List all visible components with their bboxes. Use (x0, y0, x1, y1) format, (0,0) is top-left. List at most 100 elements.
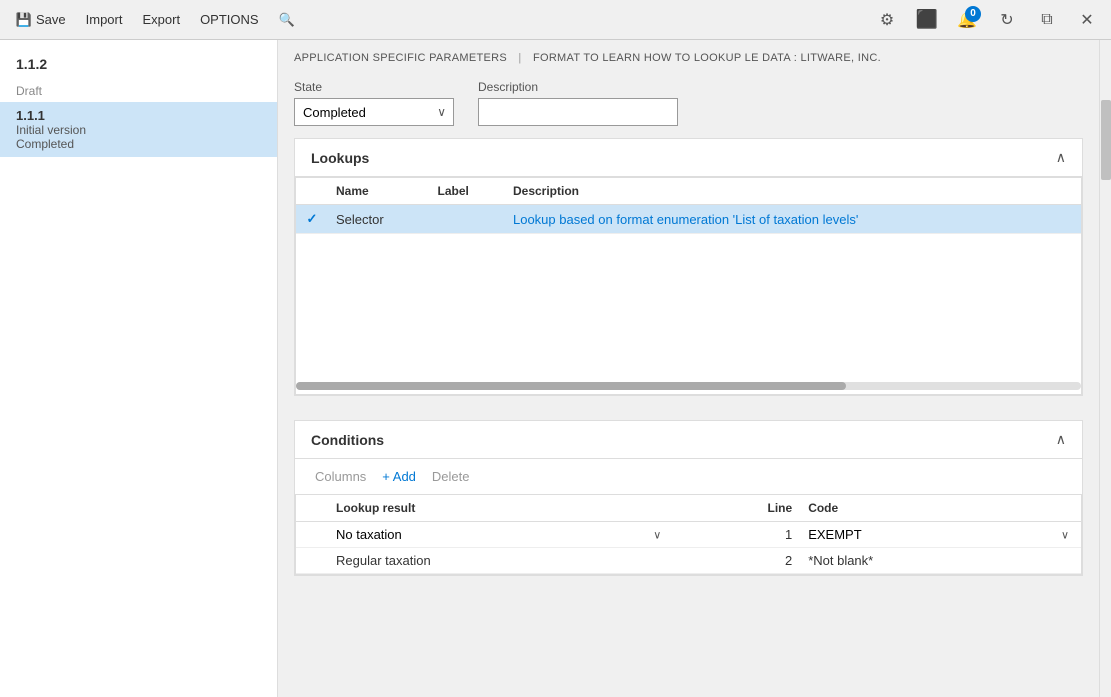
sidebar-item-version[interactable]: 1.1.1 Initial version Completed (0, 102, 277, 157)
sidebar-item-version-number: 1.1.1 (16, 108, 261, 123)
condition-row1-lookup-wrapper: No taxation (336, 527, 665, 542)
checkmark-icon: ✓ (307, 211, 318, 226)
table-row[interactable]: Regular taxation 2 *Not blank* (296, 548, 1081, 574)
lookups-section-header[interactable]: Lookups ∧ (295, 139, 1082, 177)
delete-button[interactable]: Delete (428, 467, 474, 486)
condition-row2-check (296, 548, 328, 574)
lookups-col-label: Label (430, 178, 505, 205)
add-button[interactable]: + Add (378, 467, 420, 486)
settings-icon: ⚙ (880, 10, 894, 30)
lookup-scrollbar-track[interactable] (296, 382, 1081, 390)
right-scrollbar[interactable] (1099, 40, 1111, 697)
lookup-row-name: Selector (328, 205, 430, 234)
breadcrumb-part1: APPLICATION SPECIFIC PARAMETERS (294, 52, 507, 64)
lookup-row-label (430, 205, 505, 234)
condition-row2-lookup: Regular taxation (328, 548, 673, 574)
condition-row1-code-wrapper: EXEMPT (808, 527, 1073, 542)
toolbar: 💾 Save Import Export OPTIONS 🔍 ⚙ ⬛ 🔔 0 ↻… (0, 0, 1111, 40)
lookup-row-check: ✓ (296, 205, 328, 234)
notifications-icon-button[interactable]: 🔔 0 (951, 4, 983, 36)
conditions-table-container: Lookup result Line Code (295, 494, 1082, 575)
state-select-wrapper: Draft Completed Shared (294, 98, 454, 126)
office-icon-button[interactable]: ⬛ (911, 4, 943, 36)
conditions-table-header: Lookup result Line Code (296, 495, 1081, 522)
condition-row1-lookup-select[interactable]: No taxation (336, 527, 665, 542)
lookups-table-body: ✓ Selector Lookup based on format enumer… (296, 205, 1081, 234)
lookups-col-description: Description (505, 178, 1081, 205)
sidebar-item-description: Initial version (16, 123, 261, 137)
save-button[interactable]: 💾 Save (8, 8, 74, 32)
conditions-col-code: Code (800, 495, 1081, 522)
sidebar: 1.1.2 Draft 1.1.1 Initial version Comple… (0, 40, 278, 697)
toolbar-right-icons: ⚙ ⬛ 🔔 0 ↻ ⧉ ✕ (871, 4, 1103, 36)
options-button[interactable]: OPTIONS (192, 8, 267, 31)
import-button[interactable]: Import (78, 8, 131, 31)
sidebar-top-version: 1.1.2 (0, 48, 277, 80)
conditions-section-header[interactable]: Conditions ∧ (295, 421, 1082, 459)
lookups-section-title: Lookups (311, 150, 369, 166)
condition-row1-code-select[interactable]: EXEMPT (808, 527, 1073, 542)
breadcrumb-part2: FORMAT TO LEARN HOW TO LOOKUP LE DATA : … (533, 52, 881, 64)
lookups-header-row: Name Label Description (296, 178, 1081, 205)
columns-button[interactable]: Columns (311, 467, 370, 486)
conditions-collapse-icon: ∧ (1056, 431, 1066, 448)
popout-icon-button[interactable]: ⧉ (1031, 4, 1063, 36)
conditions-section-wrapper: Conditions ∧ Columns + Add Delete Lookup… (278, 420, 1099, 600)
scrollbar-thumb (1101, 100, 1111, 180)
conditions-toolbar: Columns + Add Delete (295, 459, 1082, 494)
condition-row1-lookup: No taxation (328, 522, 673, 548)
conditions-section: Conditions ∧ Columns + Add Delete Lookup… (294, 420, 1083, 576)
conditions-col-check (296, 495, 328, 522)
sidebar-draft-label: Draft (0, 80, 277, 102)
office-icon: ⬛ (916, 9, 938, 30)
state-select[interactable]: Draft Completed Shared (294, 98, 454, 126)
conditions-table-body: No taxation 1 EXEMPT (296, 522, 1081, 574)
breadcrumb: APPLICATION SPECIFIC PARAMETERS | FORMAT… (278, 40, 1099, 72)
close-icon-button[interactable]: ✕ (1071, 4, 1103, 36)
breadcrumb-separator: | (518, 52, 521, 64)
lookups-section-wrapper: Lookups ∧ Name Label Description (278, 138, 1099, 420)
conditions-header-row: Lookup result Line Code (296, 495, 1081, 522)
state-field-group: State Draft Completed Shared (294, 80, 454, 126)
lookups-table: Name Label Description ✓ (296, 178, 1081, 234)
conditions-col-lookup-result: Lookup result (328, 495, 673, 522)
lookups-table-header: Name Label Description (296, 178, 1081, 205)
description-label: Description (478, 80, 678, 94)
condition-row1-line: 1 (673, 522, 800, 548)
lookups-section: Lookups ∧ Name Label Description (294, 138, 1083, 396)
notification-badge: 0 (965, 6, 981, 22)
conditions-table: Lookup result Line Code (296, 495, 1081, 574)
table-row[interactable]: ✓ Selector Lookup based on format enumer… (296, 205, 1081, 234)
settings-icon-button[interactable]: ⚙ (871, 4, 903, 36)
lookup-row-description: Lookup based on format enumeration 'List… (505, 205, 1081, 234)
lookup-description-text: Lookup based on format enumeration 'List… (513, 212, 858, 227)
description-field-group: Description (478, 80, 678, 126)
close-icon: ✕ (1080, 10, 1093, 30)
search-button[interactable]: 🔍 (271, 8, 303, 32)
popout-icon: ⧉ (1041, 11, 1052, 29)
save-icon: 💾 (16, 12, 32, 28)
refresh-icon: ↻ (1000, 10, 1013, 30)
search-icon: 🔍 (279, 12, 295, 28)
export-button[interactable]: Export (134, 8, 188, 31)
description-input[interactable] (478, 98, 678, 126)
conditions-section-title: Conditions (311, 432, 384, 448)
refresh-icon-button[interactable]: ↻ (991, 4, 1023, 36)
condition-row1-code: EXEMPT (800, 522, 1081, 548)
conditions-col-line: Line (673, 495, 800, 522)
lookups-col-name: Name (328, 178, 430, 205)
lookup-scrollbar-thumb (296, 382, 846, 390)
lookups-collapse-icon: ∧ (1056, 149, 1066, 166)
condition-row2-line: 2 (673, 548, 800, 574)
state-description-row: State Draft Completed Shared Description (278, 72, 1099, 138)
lookups-col-check (296, 178, 328, 205)
condition-row2-code: *Not blank* (800, 548, 1081, 574)
lookups-table-container: Name Label Description ✓ (295, 177, 1082, 395)
sidebar-item-status: Completed (16, 137, 261, 151)
main-layout: 1.1.2 Draft 1.1.1 Initial version Comple… (0, 40, 1111, 697)
content-area: APPLICATION SPECIFIC PARAMETERS | FORMAT… (278, 40, 1099, 697)
condition-row1-check (296, 522, 328, 548)
table-row[interactable]: No taxation 1 EXEMPT (296, 522, 1081, 548)
state-label: State (294, 80, 454, 94)
lookups-scroll-area[interactable]: Name Label Description ✓ (296, 178, 1081, 378)
